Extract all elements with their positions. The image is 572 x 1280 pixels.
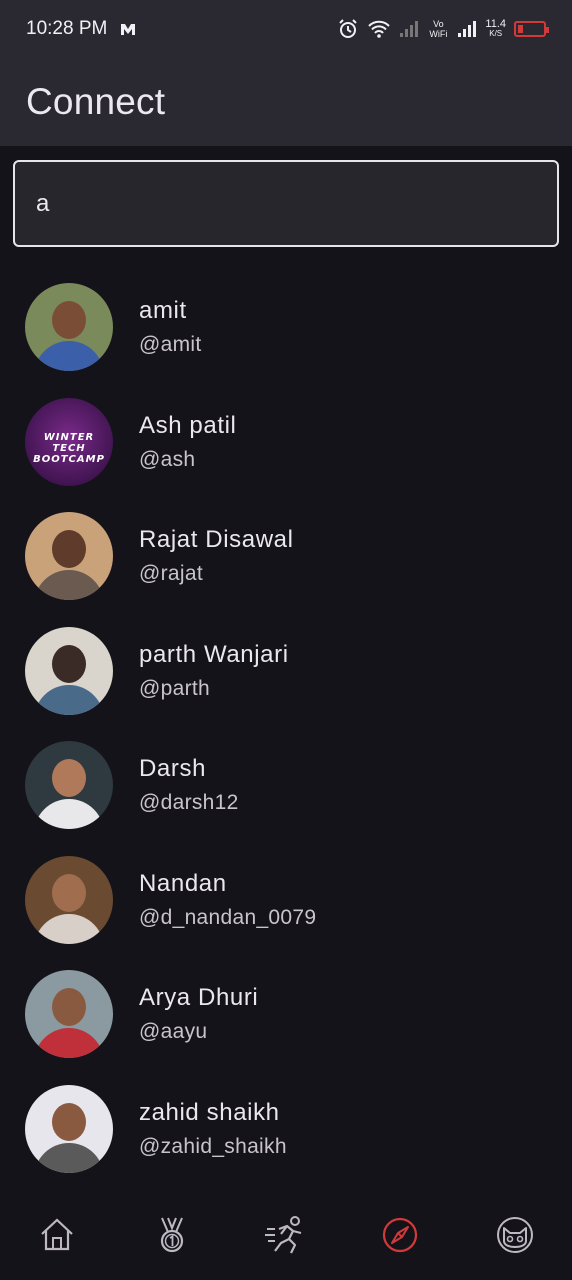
avatar-head xyxy=(52,530,86,569)
page-title: Connect xyxy=(26,81,166,122)
nav-compass-button[interactable] xyxy=(370,1205,430,1265)
user-row[interactable]: amit @amit xyxy=(0,270,572,385)
avatar-head xyxy=(52,1102,86,1141)
nav-home-button[interactable] xyxy=(27,1205,87,1265)
avatar[interactable] xyxy=(25,855,113,944)
search-field[interactable] xyxy=(13,160,559,247)
user-handle: @parth xyxy=(139,676,210,700)
status-time: 10:28 PM xyxy=(26,18,108,39)
user-info: Darsh @darsh12 xyxy=(139,754,239,816)
user-row[interactable]: Arya Dhuri @aayu xyxy=(0,957,572,1072)
user-name: zahid shaikh xyxy=(139,1098,280,1126)
avatar-head xyxy=(52,988,86,1027)
net-speed: 11.4 K/S xyxy=(485,18,506,39)
user-name: Rajat Disawal xyxy=(139,526,294,554)
user-row[interactable]: Rajat Disawal @rajat xyxy=(0,499,572,614)
user-handle: @darsh12 xyxy=(139,791,239,815)
avatar[interactable] xyxy=(25,970,113,1059)
home-icon xyxy=(37,1215,77,1255)
user-name: Arya Dhuri xyxy=(139,984,259,1012)
avatar-head xyxy=(52,759,86,798)
user-info: Ash patil @ash xyxy=(139,411,236,473)
user-info: parth Wanjari @parth xyxy=(139,640,289,702)
avatar[interactable] xyxy=(25,741,113,830)
avatar[interactable] xyxy=(25,1084,113,1173)
avatar-body xyxy=(34,913,104,944)
avatar-body xyxy=(34,1028,104,1059)
user-handle: @amit xyxy=(139,333,202,357)
avatar-body xyxy=(34,799,104,830)
avatar-poster-text: WINTER TECH BOOTCAMP xyxy=(33,431,105,465)
battery-icon xyxy=(514,21,549,37)
user-name: Ash patil xyxy=(139,411,237,439)
user-info: Arya Dhuri @aayu xyxy=(139,983,258,1045)
medal-icon xyxy=(152,1215,192,1255)
user-name: amit xyxy=(139,297,187,325)
cat-icon xyxy=(495,1215,535,1255)
avatar[interactable]: WINTER TECH BOOTCAMP xyxy=(25,397,113,486)
nav-medal-button[interactable] xyxy=(142,1205,202,1265)
bottom-navigation xyxy=(0,1190,572,1280)
user-row[interactable]: zahid shaikh @zahid_shaikh xyxy=(0,1072,572,1187)
avatar-body xyxy=(34,684,104,715)
signal-icon xyxy=(457,20,477,38)
avatar-body xyxy=(34,1142,104,1173)
signal-weak-icon xyxy=(399,20,419,38)
user-row[interactable]: Darsh @darsh12 xyxy=(0,728,572,843)
alarm-icon xyxy=(337,18,359,40)
user-handle: @ash xyxy=(139,447,196,471)
user-handle: @rajat xyxy=(139,562,203,586)
user-info: zahid shaikh @zahid_shaikh xyxy=(139,1098,287,1160)
volte-label: Vo WiFi xyxy=(429,19,448,39)
user-info: Rajat Disawal @rajat xyxy=(139,525,294,587)
user-name: Nandan xyxy=(139,869,227,897)
avatar[interactable] xyxy=(25,626,113,715)
user-list: amit @amit WINTER TECH BOOTCAMP Ash patil @a… xyxy=(0,270,572,1186)
user-row[interactable]: parth Wanjari @parth xyxy=(0,614,572,729)
nav-runner-button[interactable] xyxy=(256,1205,316,1265)
user-handle: @d_nandan_0079 xyxy=(139,905,317,929)
search-input[interactable] xyxy=(34,188,538,219)
m-app-icon xyxy=(119,21,139,37)
wifi-icon xyxy=(367,19,391,39)
user-handle: @zahid_shaikh xyxy=(139,1134,287,1158)
avatar[interactable] xyxy=(25,283,113,372)
user-row[interactable]: Nandan @d_nandan_0079 xyxy=(0,843,572,958)
avatar[interactable] xyxy=(25,512,113,601)
avatar-head xyxy=(52,644,86,683)
user-info: Nandan @d_nandan_0079 xyxy=(139,869,316,931)
status-bar: 10:28 PM Vo WiFi 11.4 K/S xyxy=(0,0,572,58)
avatar-head xyxy=(52,873,86,912)
avatar-head xyxy=(52,301,86,340)
avatar-body xyxy=(34,570,104,601)
avatar-body xyxy=(34,341,104,372)
app-bar: Connect xyxy=(0,58,572,146)
user-info: amit @amit xyxy=(139,296,202,358)
user-handle: @aayu xyxy=(139,1020,208,1044)
user-row[interactable]: WINTER TECH BOOTCAMP Ash patil @ash xyxy=(0,385,572,500)
runner-icon xyxy=(264,1215,307,1255)
user-name: Darsh xyxy=(139,755,207,783)
nav-cat-button[interactable] xyxy=(485,1205,545,1265)
compass-icon xyxy=(380,1215,420,1255)
user-name: parth Wanjari xyxy=(139,640,289,668)
